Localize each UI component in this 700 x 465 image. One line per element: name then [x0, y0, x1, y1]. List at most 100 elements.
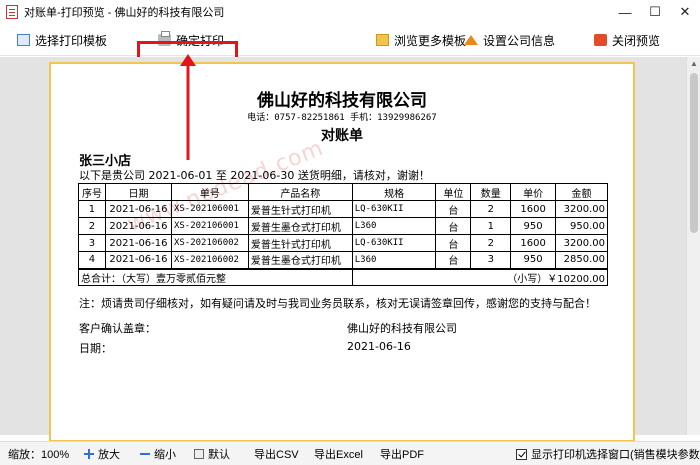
select-template-button[interactable]: 选择打印模板: [17, 30, 107, 50]
cell-no: 4: [78, 251, 106, 269]
scroll-up-icon[interactable]: ▲: [687, 57, 700, 71]
printer-dialog-label: 显示打印机选择窗口(销售模块参数): [531, 449, 700, 461]
column-header: 规格: [351, 183, 437, 201]
toolbar: 选择打印模板 确定打印 浏览更多模板 设置公司信息 关闭预览: [0, 24, 700, 81]
cell-date: 2021-06-16: [104, 217, 172, 235]
minus-icon: [140, 449, 150, 459]
note-text: 注：烦请贵司仔细核对，如有疑问请及时与我司业务员联系，核对无误请签章回传，感谢您…: [79, 297, 596, 310]
document-title: 对账单: [321, 128, 363, 144]
cell-unit: 台: [435, 251, 472, 269]
maximize-button[interactable]: ☐: [640, 0, 670, 24]
print-page: www.nodead.com 佛山好的科技有限公司 电话：0757-822518…: [49, 62, 635, 442]
cell-price: 950: [510, 217, 557, 235]
column-header: 单号: [170, 183, 249, 201]
total-lower: （小写）￥10200.00: [351, 267, 609, 286]
cell-unit: 台: [435, 217, 472, 235]
cell-qty: 2: [470, 234, 512, 252]
select-template-label: 选择打印模板: [35, 33, 108, 48]
cell-product: 爱普生针式打印机: [247, 200, 353, 218]
intro-text: 以下是贵公司 2021-06-01 至 2021-06-30 送货明细，请核对，…: [79, 169, 430, 182]
column-header: 单价: [510, 183, 557, 201]
cell-unit: 台: [435, 234, 472, 252]
template-icon: [17, 34, 30, 46]
close-preview-icon: [594, 34, 607, 46]
folder-icon: [376, 34, 389, 46]
cell-amount: 3200.00: [555, 200, 608, 218]
zoom-in-button[interactable]: 放大: [84, 446, 120, 462]
company-signature: 佛山好的科技有限公司: [347, 322, 457, 335]
cell-qty: 3: [470, 251, 512, 269]
export-excel-button[interactable]: 导出Excel: [314, 446, 363, 462]
cell-qty: 2: [470, 200, 512, 218]
company-contact: 电话：0757-82251861 手机：13929986267: [247, 113, 437, 123]
cell-amount: 2850.00: [555, 251, 608, 269]
close-button[interactable]: ✕: [670, 0, 700, 24]
close-preview-label: 关闭预览: [612, 33, 661, 48]
cell-order: XS-202106001: [170, 200, 249, 218]
default-label: 默认: [208, 449, 230, 461]
cell-amount: 950.00: [555, 217, 608, 235]
cell-order: XS-202106002: [170, 251, 249, 269]
zoom-in-label: 放大: [98, 449, 120, 461]
cell-price: 1600: [510, 200, 557, 218]
table-row: 2 2021-06-16 XS-202106001 爱普生墨仓式打印机 L360…: [78, 217, 608, 235]
plus-icon: [84, 449, 94, 459]
cell-spec: LQ-630KII: [351, 234, 437, 252]
default-zoom-button[interactable]: 默认: [194, 446, 230, 462]
minimize-button[interactable]: —: [610, 0, 640, 24]
printer-dialog-checkbox[interactable]: [516, 448, 527, 460]
cell-product: 爱普生针式打印机: [247, 234, 353, 252]
cell-product: 爱普生墨仓式打印机: [247, 217, 353, 235]
export-csv-button[interactable]: 导出CSV: [254, 446, 299, 462]
default-icon: [194, 449, 204, 459]
vertical-scrollbar[interactable]: ▲: [686, 57, 700, 435]
column-header: 数量: [470, 183, 512, 201]
cell-price: 950: [510, 251, 557, 269]
cell-date: 2021-06-16: [104, 234, 172, 252]
cell-unit: 台: [435, 200, 472, 218]
column-header: 产品名称: [247, 183, 353, 201]
browse-templates-label: 浏览更多模板: [394, 33, 467, 48]
table-row: 1 2021-06-16 XS-202106001 爱普生针式打印机 LQ-63…: [78, 200, 608, 218]
cell-no: 3: [78, 234, 106, 252]
cell-product: 爱普生墨仓式打印机: [247, 251, 353, 269]
printer-dialog-toggle[interactable]: 显示打印机选择窗口(销售模块参数): [516, 446, 700, 462]
table-header: 序号 日期 单号 产品名称 规格 单位 数量 单价 金额: [78, 183, 608, 201]
cell-amount: 3200.00: [555, 234, 608, 252]
column-header: 金额: [555, 183, 608, 201]
zoom-out-button[interactable]: 缩小: [140, 446, 176, 462]
company-settings-label: 设置公司信息: [483, 33, 556, 48]
scroll-thumb[interactable]: [690, 73, 698, 233]
export-pdf-button[interactable]: 导出PDF: [380, 446, 424, 462]
table-row: 4 2021-06-16 XS-202106002 爱普生墨仓式打印机 L360…: [78, 251, 608, 269]
zoom-level: 缩放：100%: [8, 449, 70, 461]
cell-spec: L360: [351, 217, 437, 235]
browse-templates-button[interactable]: 浏览更多模板: [376, 30, 466, 50]
title-bar: 对账单-打印预览 - 佛山好的科技有限公司 — ☐ ✕: [0, 0, 700, 24]
company-settings-button[interactable]: 设置公司信息: [464, 30, 555, 50]
company-name: 佛山好的科技有限公司: [257, 91, 427, 111]
customer-signature-label: 客户确认盖章：: [79, 322, 156, 335]
cell-order: XS-202106001: [170, 217, 249, 235]
cell-no: 2: [78, 217, 106, 235]
cell-spec: L360: [351, 251, 437, 269]
table-row: 3 2021-06-16 XS-202106002 爱普生针式打印机 LQ-63…: [78, 234, 608, 252]
column-header: 序号: [78, 183, 106, 201]
cell-order: XS-202106002: [170, 234, 249, 252]
date-label: 日期：: [79, 342, 112, 355]
cell-spec: LQ-630KII: [351, 200, 437, 218]
cell-no: 1: [78, 200, 106, 218]
close-preview-button[interactable]: 关闭预览: [594, 30, 660, 50]
zoom-out-label: 缩小: [154, 449, 176, 461]
cell-date: 2021-06-16: [104, 200, 172, 218]
column-header: 日期: [104, 183, 172, 201]
home-icon: [464, 35, 478, 45]
date-value: 2021-06-16: [347, 340, 411, 353]
status-bar: 缩放：100% 放大 缩小 默认 导出CSV 导出Excel 导出PDF 显示打…: [0, 441, 700, 465]
app-icon: [6, 5, 18, 19]
statement-table: 序号 日期 单号 产品名称 规格 单位 数量 单价 金额 1 2021-06-1…: [78, 183, 609, 286]
cell-qty: 1: [470, 217, 512, 235]
window-title: 对账单-打印预览 - 佛山好的科技有限公司: [24, 7, 225, 19]
window-controls: — ☐ ✕: [610, 0, 700, 24]
cell-price: 1600: [510, 234, 557, 252]
